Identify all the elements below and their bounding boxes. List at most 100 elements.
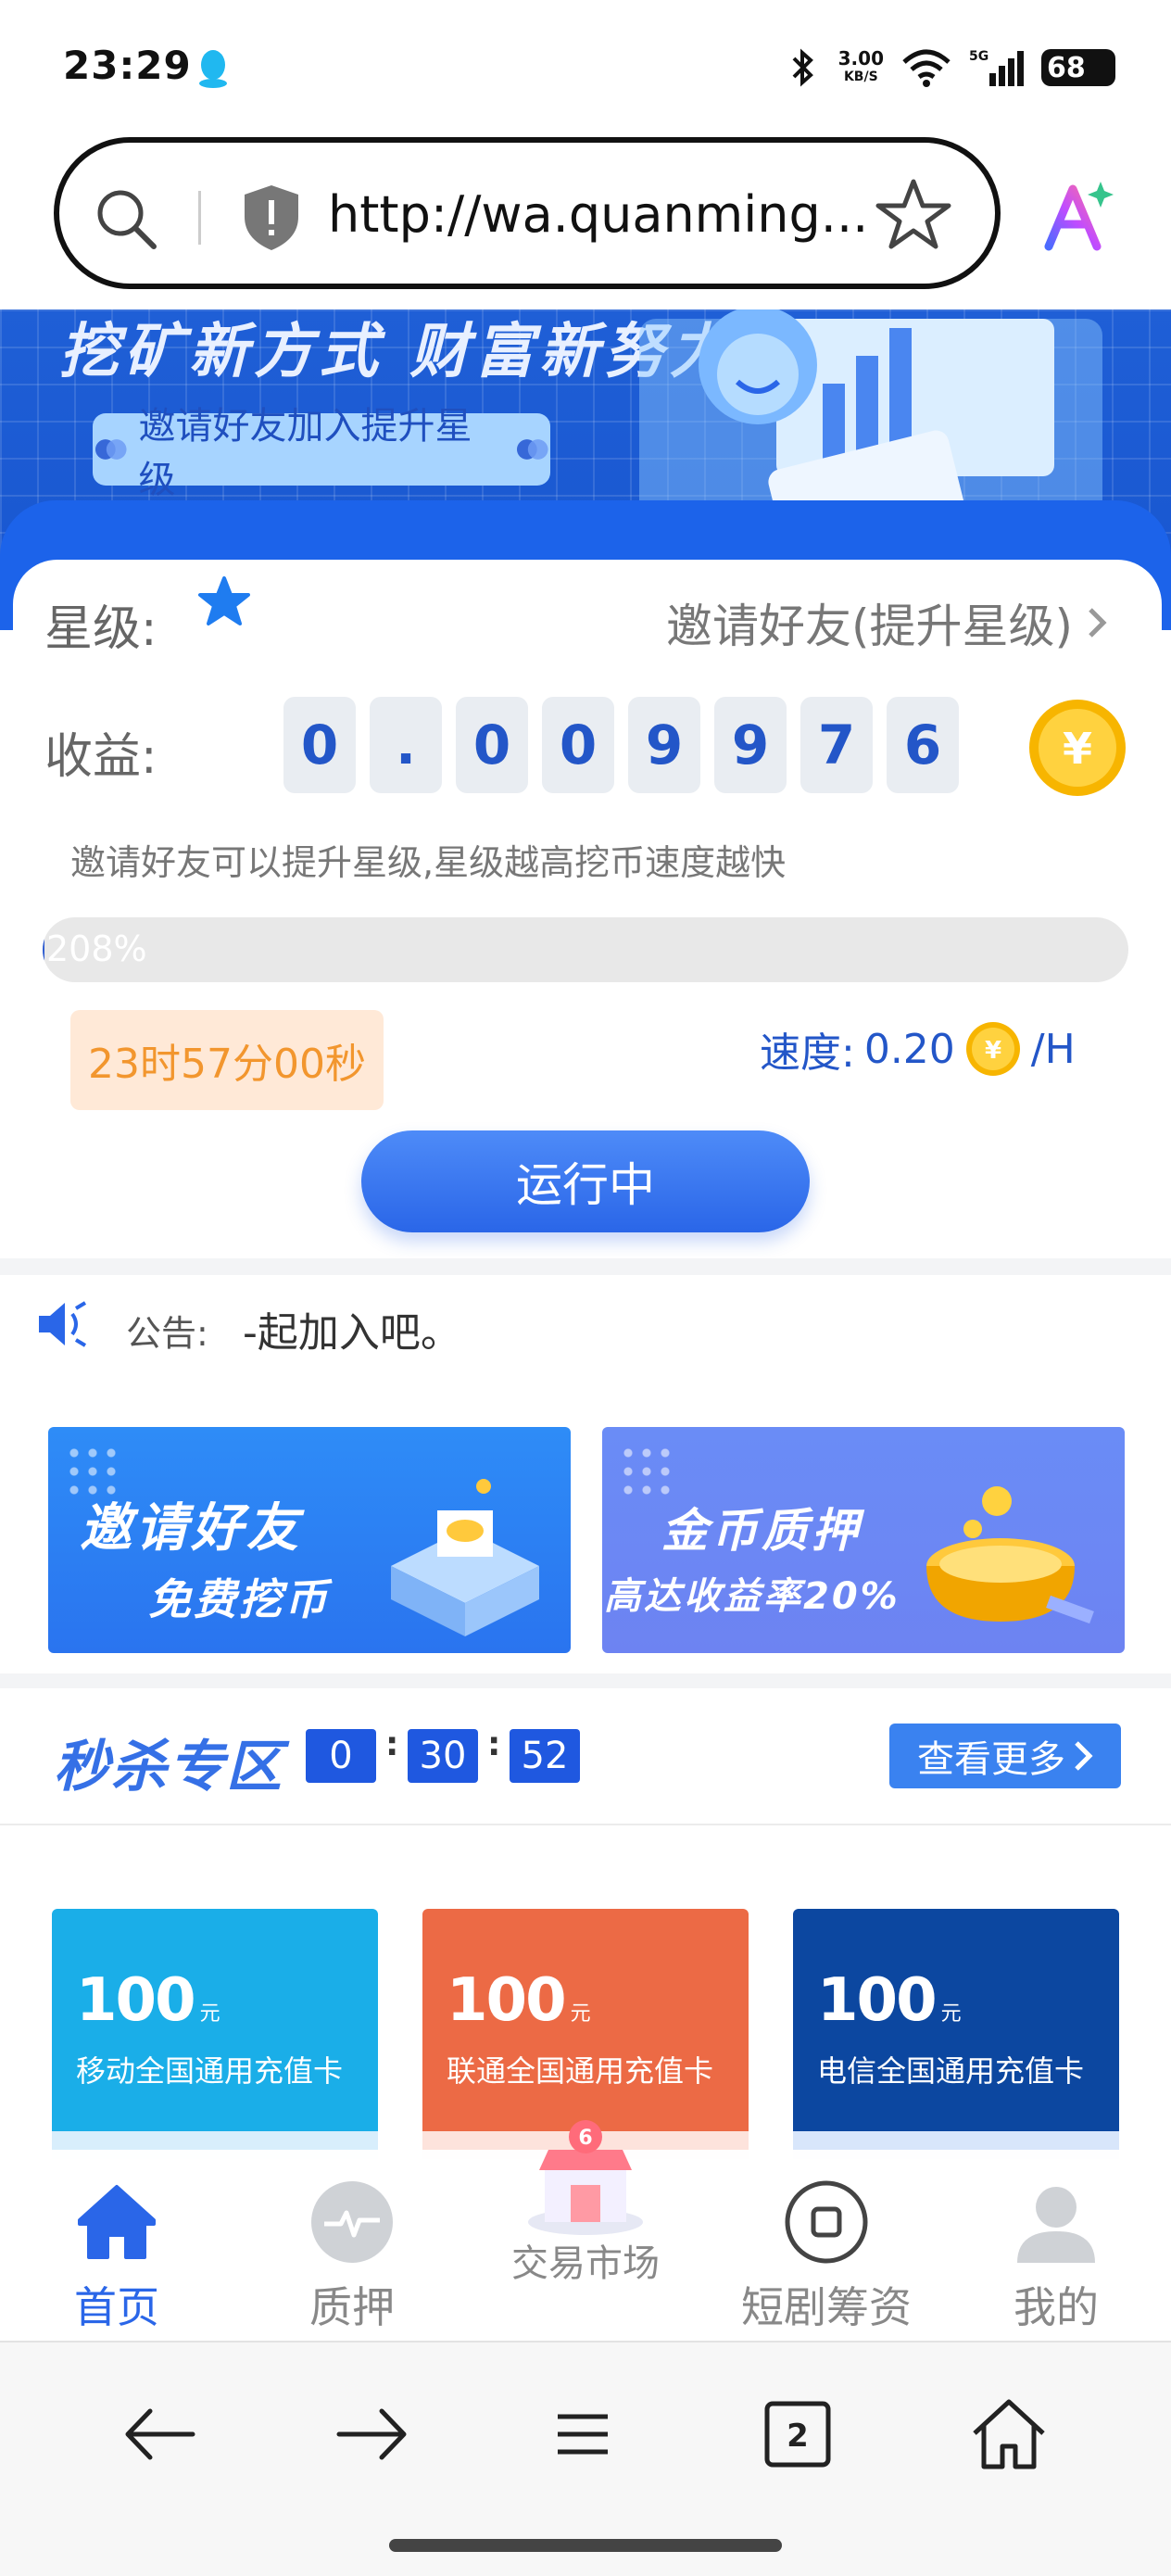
- countdown-minutes: 30: [408, 1729, 478, 1783]
- income-digit: .: [370, 697, 442, 793]
- recharge-card-name: 联通全国通用充值卡: [447, 2053, 714, 2089]
- cell-signal-icon: 5G: [969, 49, 1024, 86]
- nav-staking[interactable]: 质押: [259, 2178, 445, 2335]
- gold-pot-icon: [926, 1486, 1094, 1624]
- recharge-amount: 100 元: [447, 1966, 591, 2035]
- shield-icon[interactable]: [241, 183, 302, 252]
- income-digits: 0 . 0 0 9 9 7 6: [283, 697, 959, 793]
- ai-assistant-icon[interactable]: [1039, 176, 1115, 252]
- home-icon: [78, 2185, 156, 2259]
- battery-indicator: 68: [1041, 49, 1115, 86]
- recharge-card-name: 电信全国通用充值卡: [817, 2053, 1085, 2089]
- tabs-count: 2: [787, 2418, 809, 2455]
- menu-icon[interactable]: [541, 2393, 624, 2476]
- address-divider: [198, 191, 201, 245]
- forward-arrow-icon[interactable]: [330, 2393, 413, 2476]
- star-level-label: 星级:: [44, 601, 157, 657]
- progress-text: 208%: [46, 928, 147, 969]
- bluetooth-icon: [792, 48, 813, 87]
- address-bar[interactable]: http://wa.quanming...: [54, 137, 1001, 289]
- section-divider: [0, 1673, 1171, 1688]
- mining-countdown: 23时57分00秒: [70, 1010, 384, 1110]
- income-digit: 9: [628, 697, 700, 793]
- net-speed: 3.00 KB/S: [837, 47, 884, 84]
- bookmark-star-icon[interactable]: [875, 176, 952, 254]
- nav-label: 质押: [309, 2282, 395, 2332]
- back-arrow-icon[interactable]: [119, 2393, 202, 2476]
- nav-label: 首页: [74, 2282, 159, 2332]
- banner-invite-pill[interactable]: 邀请好友加入提升星级: [93, 405, 550, 501]
- promo-title: 邀请好友: [80, 1498, 302, 1559]
- running-status-button[interactable]: 运行中: [361, 1130, 810, 1232]
- square-circle-icon: [785, 2180, 868, 2264]
- promo-invite-friends[interactable]: 邀请好友 免费挖币: [48, 1427, 571, 1653]
- nav-label: 短剧筹资: [741, 2282, 912, 2332]
- countdown-hours: 0: [306, 1729, 376, 1783]
- speaker-icon: [39, 1301, 87, 1347]
- invite-friends-link[interactable]: 邀请好友(提升星级): [666, 589, 1108, 656]
- recharge-card-name: 移动全国通用充值卡: [76, 2053, 344, 2089]
- svg-text:¥: ¥: [1063, 724, 1092, 774]
- recharge-amount: 100 元: [76, 1966, 220, 2035]
- flash-sale-title: 秒杀专区: [54, 1735, 283, 1799]
- gold-coin-icon: ¥: [1029, 700, 1126, 796]
- banner-slogan: 挖矿新方式 财富新努力: [59, 318, 735, 386]
- home-indicator[interactable]: [389, 2539, 782, 2552]
- signal-type: 5G: [969, 49, 988, 64]
- progress-bar: 208%: [43, 917, 1128, 982]
- banner-pill-label: 邀请好友加入提升星级: [138, 405, 472, 501]
- link-icon: [94, 439, 127, 460]
- invite-link-label: 邀请好友(提升星级): [665, 600, 1073, 653]
- gold-coin-icon: ¥: [965, 1022, 1020, 1076]
- progress-fill: [43, 917, 44, 982]
- mining-speed: 速度: 0.20 ¥ /H: [760, 1019, 1076, 1079]
- section-divider: [0, 1824, 1171, 1825]
- star-icon: [198, 576, 250, 625]
- promo-subtitle: 高达收益率20%: [604, 1575, 900, 1618]
- recharge-amount: 100 元: [817, 1966, 962, 2035]
- promo-coin-staking[interactable]: 金币质押 高达收益率20%: [602, 1427, 1125, 1653]
- link-icon: [516, 439, 548, 460]
- income-digit: 7: [800, 697, 873, 793]
- svg-text:¥: ¥: [985, 1037, 1001, 1065]
- recharge-card-telecom[interactable]: 100 元 电信全国通用充值卡: [793, 1909, 1119, 2159]
- promo-title: 金币质押: [661, 1504, 862, 1558]
- recharge-card-mobile[interactable]: 100 元 移动全国通用充值卡: [52, 1909, 378, 2159]
- section-divider: [0, 1258, 1171, 1275]
- countdown-colon: :: [385, 1725, 399, 1763]
- view-more-button[interactable]: 查看更多: [889, 1724, 1121, 1788]
- mining-machine-icon: [391, 1479, 539, 1636]
- countdown-seconds: 52: [510, 1729, 580, 1783]
- nav-label: 交易市场: [511, 2242, 660, 2285]
- pulse-icon: [311, 2181, 393, 2263]
- search-icon[interactable]: [93, 185, 159, 252]
- nav-drama-funding[interactable]: 短剧筹资: [734, 2178, 919, 2335]
- nav-market[interactable]: 6 交易市场: [493, 2118, 678, 2287]
- status-icons: 3.00 KB/S 5G 68: [785, 44, 1115, 91]
- countdown-colon: :: [487, 1725, 501, 1763]
- speed-unit: /H: [1030, 1025, 1076, 1073]
- shop-icon: 6: [528, 2120, 643, 2235]
- tabs-icon[interactable]: 2: [756, 2393, 839, 2476]
- view-more-label: 查看更多: [917, 1738, 1065, 1781]
- nav-home[interactable]: 首页: [24, 2178, 209, 2335]
- notice-text[interactable]: -起加入吧。: [243, 1299, 461, 1358]
- status-time: 23:29: [63, 43, 192, 88]
- nav-profile[interactable]: 我的: [963, 2178, 1149, 2335]
- income-digit: 9: [714, 697, 787, 793]
- url-text[interactable]: http://wa.quanming...: [328, 185, 868, 244]
- qq-notification-icon: [199, 50, 227, 88]
- speed-value: 0.20: [863, 1025, 955, 1073]
- star-tip-text: 邀请好友可以提升星级,星级越高挖币速度越快: [70, 842, 787, 883]
- income-label: 收益:: [44, 729, 157, 785]
- income-digit: 0: [542, 697, 614, 793]
- chevron-right-icon: [1089, 608, 1107, 638]
- user-icon: [1017, 2187, 1095, 2263]
- speed-label: 速度:: [760, 1029, 855, 1077]
- nav-label: 我的: [1014, 2282, 1099, 2332]
- browser-home-icon[interactable]: [967, 2393, 1051, 2476]
- wifi-icon: [902, 49, 951, 87]
- income-digit: 0: [283, 697, 356, 793]
- promo-subtitle: 免费挖币: [148, 1574, 330, 1624]
- chevron-right-icon: [1075, 1741, 1093, 1771]
